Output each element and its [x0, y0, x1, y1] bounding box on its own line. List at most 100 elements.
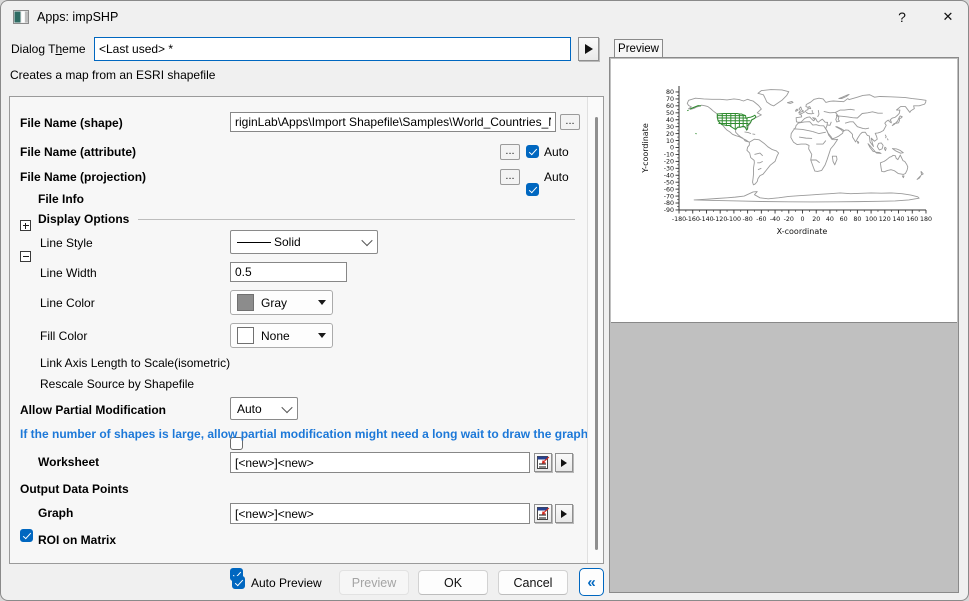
roi-on-matrix-label: ROI on Matrix	[38, 533, 116, 547]
collapse-panel-button[interactable]: «	[579, 568, 604, 596]
x-tick-label: -80	[742, 216, 752, 223]
x-tick-label: 60	[840, 216, 848, 223]
cancel-button[interactable]: Cancel	[498, 570, 568, 595]
country-outline	[880, 155, 907, 174]
country-outline	[745, 132, 752, 134]
country-outline	[921, 171, 923, 174]
expand-icon[interactable]	[20, 220, 31, 231]
world-map-layer	[687, 90, 926, 202]
x-tick-label: -120	[713, 216, 727, 223]
country-outline	[857, 141, 858, 143]
worksheet-flyout-button[interactable]	[555, 453, 573, 472]
x-tick-label: 20	[812, 216, 820, 223]
country-outline	[877, 143, 883, 150]
country-outline	[824, 109, 855, 112]
y-tick-label: -80	[664, 200, 674, 207]
collapse-icon[interactable]	[20, 251, 31, 262]
form-panel: File Name (shape) ... File Name (attribu…	[9, 96, 604, 564]
country-outline	[902, 176, 904, 178]
ok-button[interactable]: OK	[418, 570, 488, 595]
y-tick-label: 50	[666, 110, 674, 117]
worksheet-checkbox[interactable]	[20, 529, 33, 542]
file-projection-auto-checkbox[interactable]	[526, 183, 539, 196]
graph-flyout-button[interactable]	[555, 504, 573, 523]
display-options-header: Display Options	[38, 212, 129, 226]
file-info-header: File Info	[38, 192, 84, 206]
country-outline	[818, 110, 819, 117]
help-button[interactable]: ?	[886, 5, 918, 29]
line-sample-icon	[237, 242, 271, 243]
y-tick-label: -90	[664, 207, 674, 214]
link-axis-label: Link Axis Length to Scale(isometric)	[40, 356, 230, 370]
dialog-theme-input[interactable]	[94, 37, 571, 61]
x-tick-label: 160	[906, 216, 918, 223]
line-color-value: Gray	[261, 296, 287, 310]
graph-label: Graph	[38, 506, 73, 520]
dialog-theme-label: Dialog Theme	[11, 42, 86, 56]
line-color-label: Line Color	[40, 296, 95, 310]
right-arrow-icon	[561, 510, 567, 518]
theme-flyout-button[interactable]	[578, 37, 599, 61]
close-button[interactable]: ✕	[932, 5, 964, 29]
file-shape-label: File Name (shape)	[20, 116, 123, 130]
partial-modification-dropdown[interactable]: Auto	[230, 397, 298, 420]
tab-preview[interactable]: Preview	[614, 39, 663, 58]
line-style-value: Solid	[274, 235, 301, 249]
line-width-label: Line Width	[40, 266, 97, 280]
x-tick-label: 80	[853, 216, 861, 223]
file-attribute-label: File Name (attribute)	[20, 145, 136, 159]
country-outline	[845, 122, 869, 129]
country-outline	[887, 138, 888, 140]
country-outline	[799, 107, 804, 113]
graph-input[interactable]	[230, 503, 530, 524]
dialog-description: Creates a map from an ESRI shapefile	[10, 68, 215, 82]
preview-button[interactable]: Preview	[339, 570, 409, 595]
worksheet-select-button[interactable]	[534, 453, 552, 472]
right-arrow-icon	[561, 459, 567, 467]
x-tick-label: 100	[865, 216, 877, 223]
country-outline	[747, 139, 779, 185]
line-style-dropdown[interactable]: Solid	[230, 230, 378, 254]
country-outline	[816, 141, 826, 144]
auto-preview-label: Auto Preview	[251, 576, 322, 590]
section-divider	[138, 219, 575, 220]
auto-preview-checkbox[interactable]	[232, 576, 245, 589]
country-outline	[758, 168, 761, 169]
line-width-input[interactable]	[230, 262, 347, 282]
worksheet-label: Worksheet	[38, 455, 99, 469]
x-tick-label: -100	[727, 216, 741, 223]
graph-select-button[interactable]	[534, 504, 552, 523]
country-outline	[868, 144, 875, 152]
file-attribute-browse-button[interactable]: ...	[500, 144, 520, 160]
x-tick-label: -60	[756, 216, 766, 223]
scrollbar-thumb[interactable]	[595, 117, 598, 550]
country-outline	[799, 137, 812, 138]
country-outline	[832, 156, 837, 165]
file-shape-browse-button[interactable]: ...	[560, 114, 580, 130]
country-outline	[917, 176, 921, 180]
file-shape-input[interactable]	[230, 112, 556, 132]
line-style-label: Line Style	[40, 236, 93, 250]
country-outline	[794, 129, 813, 132]
worksheet-input[interactable]	[230, 452, 530, 473]
worksheet-icon	[537, 456, 550, 469]
file-attribute-auto-checkbox[interactable]	[526, 145, 539, 158]
x-tick-label: -140	[699, 216, 713, 223]
rescale-label: Rescale Source by Shapefile	[40, 377, 194, 391]
partial-modification-label: Allow Partial Modification	[20, 403, 166, 417]
country-outline	[806, 112, 814, 114]
country-outline	[757, 161, 762, 162]
country-outline	[787, 101, 793, 103]
file-projection-browse-button[interactable]: ...	[500, 169, 520, 185]
color-swatch	[237, 327, 254, 344]
line-color-dropdown[interactable]: Gray	[230, 290, 333, 315]
preview-map: X-coordinate Y-coordinate 80706050403020…	[611, 59, 957, 323]
country-outline	[892, 149, 903, 154]
title-bar: Apps: impSHP ? ✕	[1, 1, 969, 33]
x-tick-label: 120	[879, 216, 891, 223]
highlighted-region-outline	[695, 133, 696, 134]
preview-page: X-coordinate Y-coordinate 80706050403020…	[611, 59, 957, 323]
x-tick-label: 180	[920, 216, 932, 223]
y-axis-title: Y-coordinate	[641, 123, 650, 174]
fill-color-dropdown[interactable]: None	[230, 323, 333, 348]
